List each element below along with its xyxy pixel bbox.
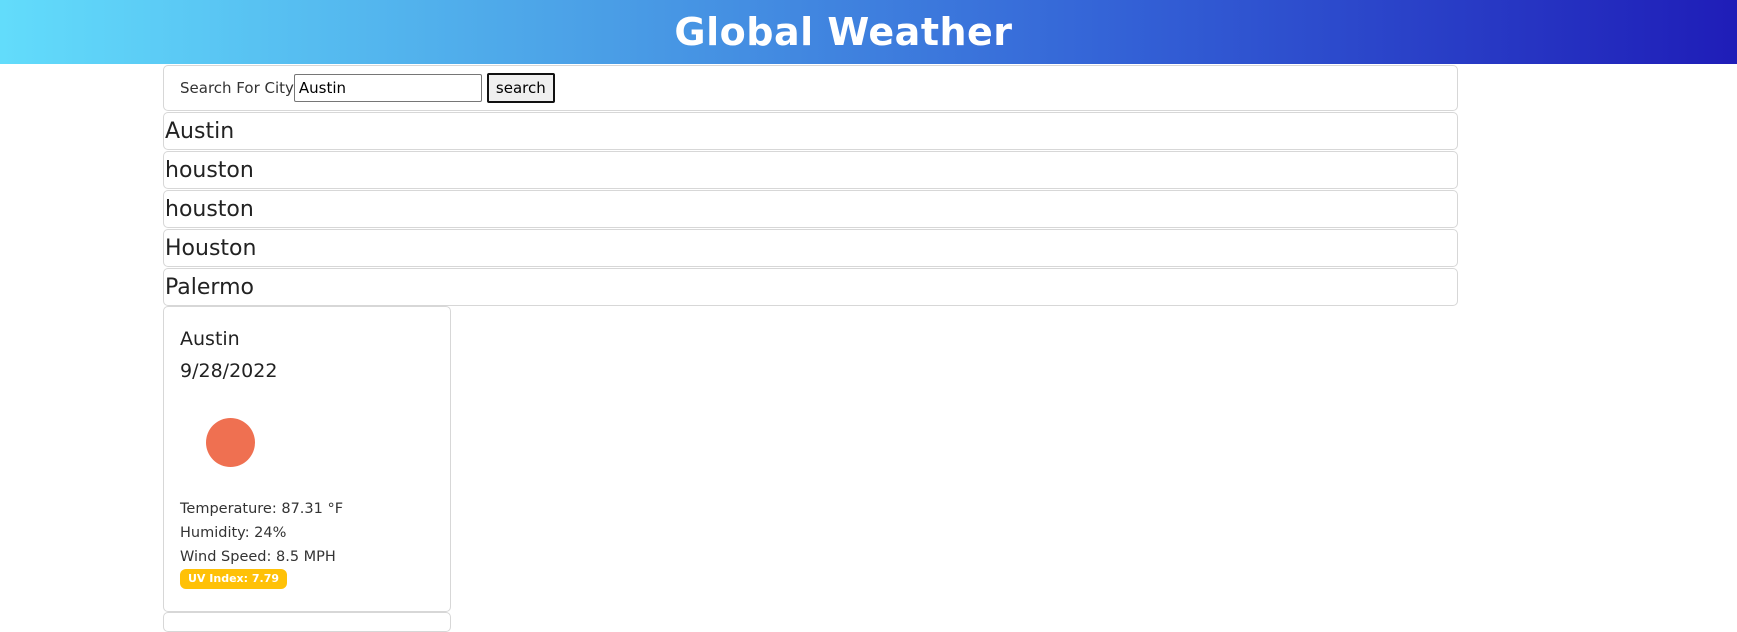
search-history-list: Austin houston houston Houston Palermo <box>163 112 1458 307</box>
card-date: 9/28/2022 <box>180 360 278 382</box>
uv-index-badge: UV Index: 7.79 <box>180 569 287 589</box>
app-header: Global Weather <box>0 0 1737 64</box>
history-item-palermo[interactable]: Palermo <box>163 268 1458 306</box>
history-item-houston[interactable]: houston <box>163 190 1458 228</box>
history-item-austin[interactable]: Austin <box>163 112 1458 150</box>
city-search-input[interactable] <box>293 74 482 102</box>
wind-speed-value: Wind Speed: 8.5 MPH <box>180 549 336 565</box>
search-label: Search For City <box>180 79 294 97</box>
search-button[interactable]: search <box>486 73 555 103</box>
history-item-houston[interactable]: houston <box>163 151 1458 189</box>
search-card: Search For City search <box>163 65 1458 111</box>
humidity-value: Humidity: 24% <box>180 525 287 541</box>
forecast-card <box>163 612 451 632</box>
current-weather-card: Austin 9/28/2022 Temperature: 87.31 °F H… <box>163 306 451 612</box>
app-title: Global Weather <box>674 10 1013 54</box>
card-city-name: Austin <box>180 328 240 350</box>
history-item-houston[interactable]: Houston <box>163 229 1458 267</box>
temperature-value: Temperature: 87.31 °F <box>180 501 344 517</box>
sun-icon <box>206 418 255 467</box>
